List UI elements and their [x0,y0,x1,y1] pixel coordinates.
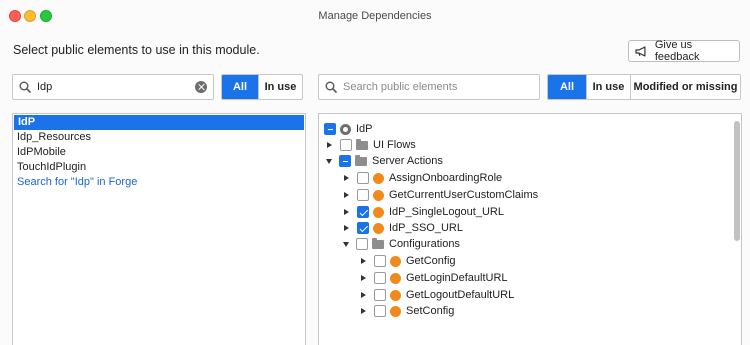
tree-label: UI Flows [373,139,416,151]
server-action-icon [390,255,401,267]
folder-icon [372,238,384,249]
tree-row-setconfig[interactable]: SetConfig [360,303,454,319]
library-list: IdP Idp_Resources IdPMobile TouchIdPlugi… [12,113,306,345]
tree-label: IdP [356,123,373,135]
library-item-idp[interactable]: IdP [14,115,304,130]
elements-filter-modified-button[interactable]: Modified or missing [630,75,740,99]
tree-row-idp[interactable]: IdP [324,121,373,137]
tree-checkbox[interactable] [357,172,369,184]
megaphone-icon [635,45,646,57]
window-title: Manage Dependencies [318,10,432,22]
give-feedback-label: Give us feedback [654,39,700,63]
tree-row-configurations[interactable]: Configurations [343,236,460,252]
tree-label: Configurations [389,238,460,250]
tree-label: AssignOnboardingRole [389,172,503,184]
library-search-input[interactable] [37,81,213,93]
elements-filter-in-use-button[interactable]: In use [586,75,630,99]
tree-checkbox[interactable] [374,272,386,284]
expand-arrow-icon[interactable] [361,292,366,298]
server-action-icon [373,222,384,234]
library-filter-in-use-button[interactable]: In use [258,75,302,99]
tree-label: GetConfig [406,255,456,267]
folder-icon [355,155,367,166]
library-item-idp-resources[interactable]: Idp_Resources [13,130,305,145]
tree-row-getcurrentusercustomclaims[interactable]: GetCurrentUserCustomClaims [343,187,538,203]
expand-arrow-icon[interactable] [344,192,349,198]
elements-filter-group: All In use Modified or missing [547,74,741,100]
tree-checkbox[interactable] [374,255,386,267]
expand-arrow-icon[interactable] [327,142,332,148]
expand-arrow-icon[interactable] [344,225,349,231]
tree-checkbox[interactable] [339,155,351,167]
tree-label: SetConfig [406,305,455,317]
tree-label: Server Actions [372,155,443,167]
tree-scrollbar[interactable] [734,121,740,241]
tree-row-getconfig[interactable]: GetConfig [360,253,456,269]
tree-row-getlogindefaulturl[interactable]: GetLoginDefaultURL [360,270,508,286]
elements-search-box [318,74,540,100]
library-filter-group: All In use [221,74,303,100]
tree-row-idp-sso-url[interactable]: IdP_SSO_URL [343,220,463,236]
search-icon [19,81,31,93]
module-icon [340,123,351,135]
give-feedback-button[interactable]: Give us feedback [628,39,740,63]
server-action-icon [373,206,384,218]
expand-arrow-icon[interactable] [344,175,349,181]
library-filter-all-button[interactable]: All [222,75,258,99]
tree-checkbox[interactable] [357,206,369,218]
server-action-icon [390,305,401,317]
expand-arrow-icon[interactable] [361,258,366,264]
tree-checkbox[interactable] [356,238,368,250]
expand-arrow-icon[interactable] [344,209,349,215]
elements-filter-all-button[interactable]: All [548,75,586,99]
library-search-box [12,74,214,100]
search-in-forge-link[interactable]: Search for "Idp" in Forge [13,175,305,190]
tree-label: GetCurrentUserCustomClaims [389,189,539,201]
expand-arrow-icon[interactable] [361,275,366,281]
server-action-icon [390,272,401,284]
tree-row-server-actions[interactable]: Server Actions [326,153,443,169]
library-item-idpmobile[interactable]: IdPMobile [13,145,305,160]
elements-search-input[interactable] [343,81,539,93]
title-bar: Manage Dependencies [0,0,750,32]
instruction-text: Select public elements to use in this mo… [13,43,260,57]
tree-row-idp-singlelogout-url[interactable]: IdP_SingleLogout_URL [343,204,504,220]
expand-arrow-icon[interactable] [361,308,366,314]
tree-row-ui-flows[interactable]: UI Flows [326,137,416,153]
tree-checkbox[interactable] [357,189,369,201]
search-icon [325,81,337,93]
server-action-icon [373,172,384,184]
tree-checkbox[interactable] [374,289,386,301]
tree-row-assignonboardingrole[interactable]: AssignOnboardingRole [343,170,502,186]
tree-label: IdP_SingleLogout_URL [389,206,504,218]
tree-label: IdP_SSO_URL [389,222,463,234]
collapse-arrow-icon[interactable] [343,241,349,247]
tree-row-getlogoutdefaulturl[interactable]: GetLogoutDefaultURL [360,287,514,303]
tree-checkbox[interactable] [374,305,386,317]
tree-label: GetLogoutDefaultURL [406,289,515,301]
clear-search-icon[interactable] [195,81,207,93]
server-action-icon [373,189,384,201]
library-item-touchidplugin[interactable]: TouchIdPlugin [13,160,305,175]
tree-checkbox[interactable] [324,123,336,135]
folder-icon [356,139,368,150]
server-action-icon [390,289,401,301]
collapse-arrow-icon[interactable] [326,158,332,164]
tree-checkbox[interactable] [340,139,352,151]
tree-label: GetLoginDefaultURL [406,272,508,284]
tree-checkbox[interactable] [357,222,369,234]
